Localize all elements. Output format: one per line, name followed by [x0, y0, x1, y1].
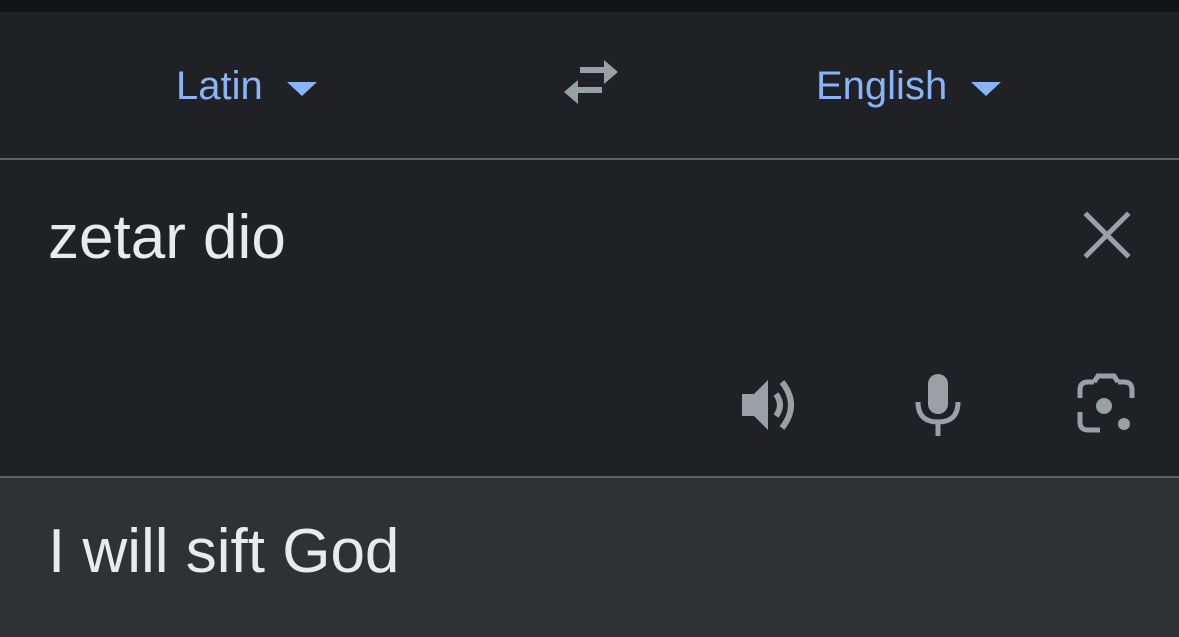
status-strip	[0, 0, 1179, 12]
close-icon	[1083, 211, 1131, 259]
camera-translate-button[interactable]	[1074, 372, 1138, 438]
source-text-input[interactable]: zetar dio	[48, 202, 286, 273]
microphone-icon	[915, 374, 961, 436]
translate-app: Latin English zetar dio I will sift God	[0, 0, 1179, 637]
target-language-label: English	[816, 63, 948, 108]
translation-output-area: I will sift God	[0, 478, 1179, 637]
voice-input-button[interactable]	[906, 372, 970, 438]
camera-lens-icon	[1077, 373, 1135, 433]
speaker-icon	[742, 380, 794, 430]
translation-text: I will sift God	[48, 517, 400, 586]
clear-input-button[interactable]	[1082, 210, 1132, 260]
target-language-selector[interactable]: English	[816, 56, 1002, 116]
source-language-selector[interactable]: Latin	[176, 56, 317, 116]
listen-button[interactable]	[738, 372, 802, 438]
chevron-down-icon	[286, 82, 317, 96]
source-language-label: Latin	[176, 63, 263, 108]
swap-arrows-icon	[564, 60, 618, 104]
swap-languages-button[interactable]	[560, 60, 622, 112]
chevron-down-icon	[971, 82, 1002, 96]
source-input-area[interactable]: zetar dio	[0, 160, 1179, 476]
